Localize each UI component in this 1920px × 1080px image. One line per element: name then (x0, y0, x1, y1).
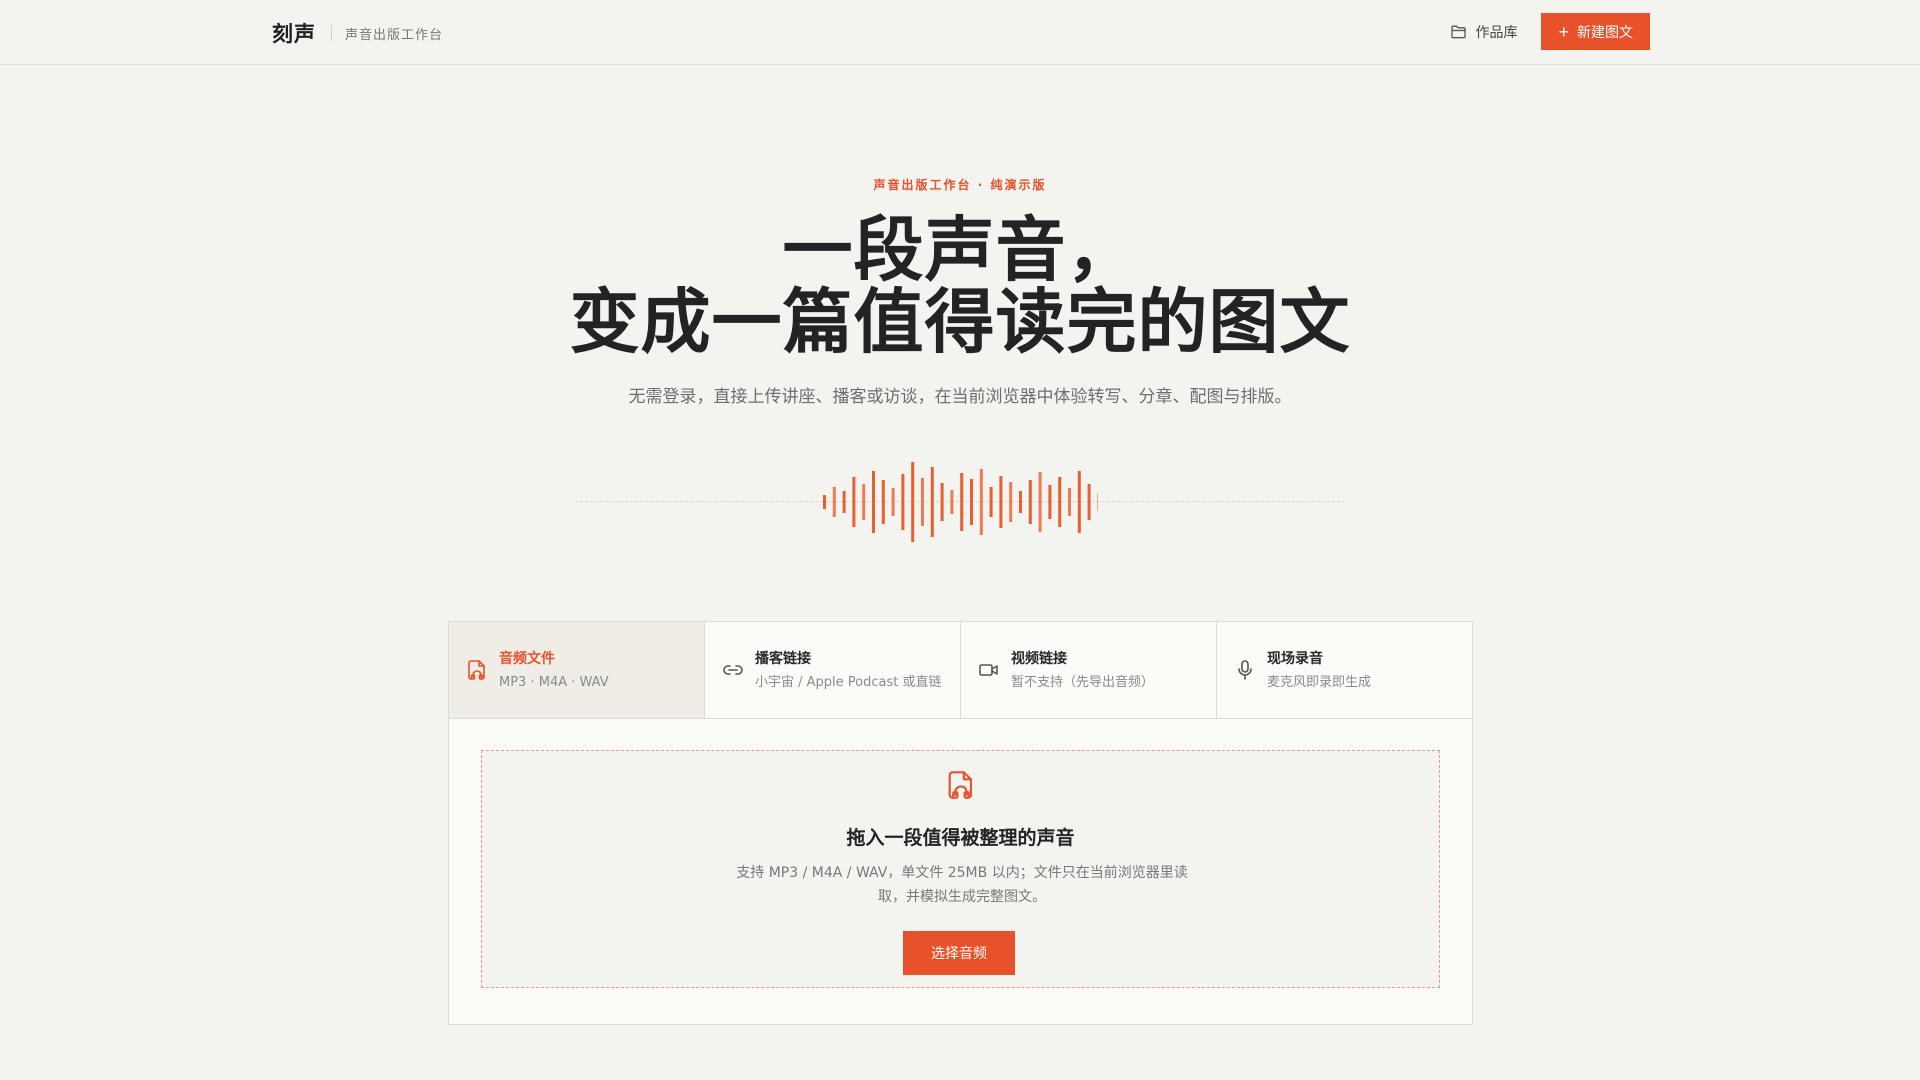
tab-title: 音频文件 (499, 651, 555, 667)
tab-audio-file-text: 音频文件 MP3 · M4A · WAV (499, 649, 609, 691)
hero-eyebrow: 声音出版工作台 · 纯演示版 (873, 178, 1047, 192)
audio-file-icon (948, 771, 972, 799)
hero-title-line-1: 一段声音， (782, 209, 1138, 291)
waveform-bar (921, 478, 924, 526)
waveform-bar (1058, 477, 1062, 527)
waveform-bar (960, 473, 964, 531)
waveform-bar (940, 483, 944, 521)
tab-title: 视频链接 (1011, 651, 1067, 667)
waveform-bar (950, 490, 954, 514)
waveform-bar (930, 467, 934, 537)
tab-description: 暂不支持（先导出音频） (1011, 675, 1155, 690)
tab-live-recording-text: 现场录音 麦克风即录即生成 (1267, 649, 1371, 691)
tab-audio-file[interactable]: 音频文件 MP3 · M4A · WAV (449, 622, 705, 718)
tab-description: MP3 · M4A · WAV (499, 675, 609, 690)
top-navigation-bar: 刻声 声音出版工作台 作品库 + 新建图文 (0, 0, 1920, 65)
new-article-label: 新建图文 (1577, 23, 1633, 40)
library-link[interactable]: 作品库 (1451, 22, 1517, 42)
library-label: 作品库 (1475, 24, 1518, 41)
waveform-bar (862, 484, 866, 520)
plus-icon: + (1558, 21, 1569, 42)
brand-divider (331, 25, 332, 41)
dropzone-description: 支持 MP3 / M4A / WAV，单文件 25MB 以内；文件只在当前浏览器… (736, 865, 1188, 905)
brand[interactable]: 刻声 声音出版工作台 (272, 18, 443, 48)
waveform-bar (1028, 480, 1032, 524)
video-icon (979, 664, 998, 676)
new-article-button[interactable]: + 新建图文 (1541, 13, 1650, 50)
waveform-bar (1048, 485, 1052, 519)
tab-podcast-link-text: 播客链接 小宇宙 / Apple Podcast 或直链 (755, 649, 941, 691)
waveform-bar (872, 471, 875, 533)
waveform-bar (832, 487, 836, 517)
folder-icon (1451, 25, 1467, 38)
waveform-bar (979, 469, 983, 535)
upload-panel: 音频文件 MP3 · M4A · WAV 播客链接 小宇宙 / Apple Po… (448, 621, 1473, 1025)
waveform-bar (1087, 484, 1091, 520)
brand-subtitle: 声音出版工作台 (345, 27, 444, 43)
tab-podcast-link[interactable]: 播客链接 小宇宙 / Apple Podcast 或直链 (705, 622, 961, 718)
tab-video-link[interactable]: 视频链接 暂不支持（先导出音频） (961, 622, 1217, 718)
hero-description: 无需登录，直接上传讲座、播客或访谈，在当前浏览器中体验转写、分章、配图与排版。 (628, 387, 1292, 407)
waveform-bar (1009, 482, 1013, 522)
waveform-bar (881, 480, 885, 524)
tab-title: 现场录音 (1267, 651, 1323, 667)
waveform-bar (989, 487, 993, 517)
hero-title-line-2: 变成一篇值得读完的图文 (569, 281, 1351, 363)
waveform-bar (1077, 471, 1081, 533)
waveform-graphic (823, 462, 1098, 542)
microphone-icon (1238, 660, 1252, 680)
tab-description: 小宇宙 / Apple Podcast 或直链 (755, 675, 942, 690)
waveform-bar (891, 488, 895, 516)
waveform-bar (1068, 488, 1071, 516)
header-actions: 作品库 + 新建图文 (1451, 13, 1650, 50)
hero-title: 一段声音， 变成一篇值得读完的图文 (0, 214, 1920, 358)
source-tabs: 音频文件 MP3 · M4A · WAV 播客链接 小宇宙 / Apple Po… (449, 622, 1472, 719)
audio-dropzone[interactable]: 拖入一段值得被整理的声音 支持 MP3 / M4A / WAV，单文件 25MB… (481, 750, 1440, 988)
dropzone-title: 拖入一段值得被整理的声音 (846, 827, 1075, 849)
choose-audio-button[interactable]: 选择音频 (903, 931, 1015, 975)
tab-title: 播客链接 (755, 651, 811, 667)
waveform-bar (999, 476, 1003, 528)
waveform-bar (970, 479, 973, 525)
tab-video-link-text: 视频链接 暂不支持（先导出音频） (1011, 649, 1154, 691)
waveform-bar (901, 474, 905, 530)
waveform-bar (1019, 491, 1022, 513)
waveform-bar (1038, 472, 1042, 532)
waveform-bar (911, 462, 915, 542)
waveform-bar (1097, 493, 1098, 511)
link-icon (723, 665, 743, 675)
tab-description: 麦克风即录即生成 (1267, 675, 1372, 690)
waveform-bar (823, 495, 826, 509)
waveform-bar (842, 491, 846, 513)
tab-live-recording[interactable]: 现场录音 麦克风即录即生成 (1217, 622, 1472, 718)
brand-logo-text: 刻声 (272, 22, 316, 46)
audio-file-icon (468, 660, 485, 680)
waveform-bar (852, 477, 856, 527)
